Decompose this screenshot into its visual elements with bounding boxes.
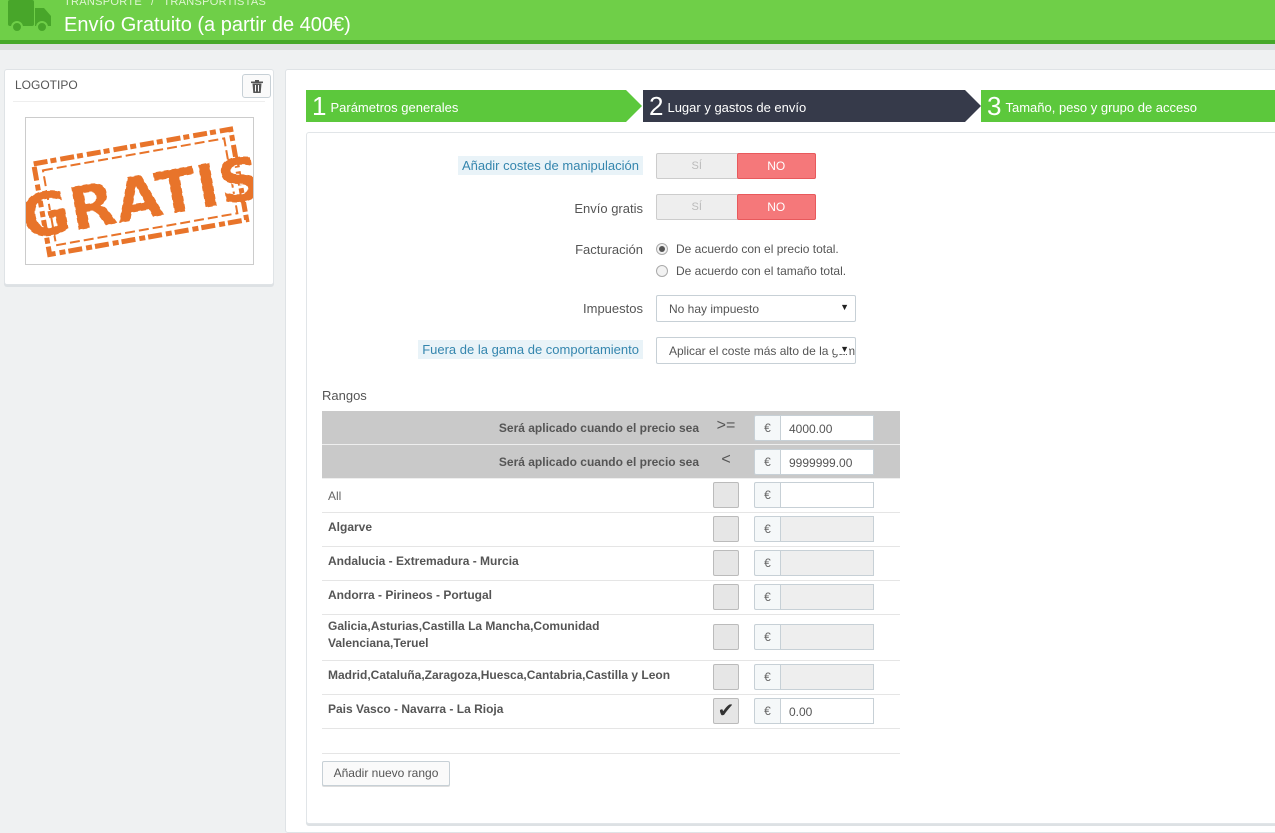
delete-logo-button[interactable]	[242, 74, 271, 98]
zone-name: Andorra - Pirineos - Portugal	[328, 588, 493, 602]
step-label: Lugar y gastos de envío	[667, 99, 807, 115]
switch-no[interactable]: NO	[736, 153, 816, 179]
range-to-label: Será aplicado cuando el precio sea	[498, 455, 699, 469]
zone-name: All	[328, 489, 342, 503]
range-to-operator: <	[721, 451, 731, 468]
zone-all-checkbox[interactable]	[713, 482, 739, 508]
zone-price-input[interactable]: 0.00	[780, 698, 874, 724]
zone-all-price-input[interactable]	[780, 482, 874, 508]
range-to-input[interactable]: 9999999.00	[780, 449, 874, 475]
ranges-table: Será aplicado cuando el precio sea >= € …	[322, 411, 900, 729]
logo-panel-title: LOGOTIPO	[15, 78, 78, 92]
caret-down-icon: ▼	[840, 302, 849, 312]
zone-price-input[interactable]	[780, 584, 874, 610]
radio-label: De acuerdo con el precio total.	[676, 242, 839, 256]
add-new-range-button[interactable]: Añadir nuevo rango	[322, 761, 450, 786]
switch-yes[interactable]: SÍ	[657, 154, 737, 178]
carrier-logo-image: GRATIS	[15, 117, 268, 265]
out-of-range-label: Fuera de la gama de comportamiento	[418, 340, 643, 359]
step-number: 1	[312, 91, 327, 121]
handling-costs-label-text: Añadir costes de manipulación	[457, 156, 643, 175]
switch-no[interactable]: NO	[736, 194, 816, 220]
range-to-row: Será aplicado cuando el precio sea < € 9…	[322, 445, 900, 479]
step-shipping-locations[interactable]: 2 Lugar y gastos de envío	[643, 90, 981, 122]
tax-select-value: No hay impuesto	[669, 302, 760, 316]
zone-price-input[interactable]	[780, 664, 874, 690]
currency-addon: €	[754, 698, 780, 724]
zone-checkbox[interactable]	[713, 624, 739, 650]
zone-checkbox[interactable]: ✔	[713, 698, 739, 724]
truck-icon	[8, 0, 51, 33]
page-header: TRANSPORTE / TRANSPORTISTAS Envío Gratuito…	[0, 0, 1275, 40]
range-from-row: Será aplicado cuando el precio sea >= € …	[322, 411, 900, 445]
step-general-parameters[interactable]: 1 Parámetros generales	[306, 90, 642, 122]
currency-addon: €	[754, 449, 780, 475]
zone-checkbox[interactable]	[713, 550, 739, 576]
trash-icon	[250, 79, 263, 93]
zone-name: Galicia,Asturias,Castilla La Mancha,Comu…	[328, 619, 600, 650]
handling-costs-label: Añadir costes de manipulación	[457, 156, 643, 175]
currency-addon: €	[754, 516, 780, 542]
zone-price-input[interactable]	[780, 550, 874, 576]
zone-row-andorra: Andorra - Pirineos - Portugal €	[322, 581, 900, 615]
step-label: Tamaño, peso y grupo de acceso	[1005, 99, 1197, 115]
currency-addon: €	[754, 482, 780, 508]
zone-price-input[interactable]	[780, 624, 874, 650]
zone-name: Madrid,Cataluña,Zaragoza,Huesca,Cantabri…	[328, 668, 671, 682]
tax-label: Impuestos	[583, 301, 643, 316]
zone-row-pais-vasco: Pais Vasco - Navarra - La Rioja ✔ € 0.00	[322, 695, 900, 729]
range-from-input[interactable]: 4000.00	[780, 415, 874, 441]
wizard-steps: 1 Parámetros generales 2 Lugar y gastos …	[306, 90, 1275, 122]
breadcrumb-item-transportistas[interactable]: TRANSPORTISTAS	[163, 0, 266, 8]
zone-row-madrid: Madrid,Cataluña,Zaragoza,Huesca,Cantabri…	[322, 661, 900, 695]
currency-addon: €	[754, 415, 780, 441]
out-of-range-label-text: Fuera de la gama de comportamiento	[418, 340, 643, 359]
free-shipping-switch[interactable]: SÍ NO	[656, 194, 816, 220]
header-shadow	[0, 44, 1275, 50]
billing-label: Facturación	[575, 242, 643, 257]
caret-down-icon: ▼	[834, 344, 849, 354]
breadcrumb-item-transporte[interactable]: TRANSPORTE	[64, 0, 142, 8]
zone-row-algarve: Algarve €	[322, 513, 900, 547]
range-from-operator: >=	[716, 417, 736, 434]
zone-row-galicia: Galicia,Asturias,Castilla La Mancha,Comu…	[322, 615, 900, 661]
logo-panel-divider	[13, 101, 265, 102]
step-number: 3	[987, 91, 1002, 121]
logo-panel: LOGOTIPO GRATIS	[4, 69, 274, 285]
zone-name: Pais Vasco - Navarra - La Rioja	[328, 702, 504, 716]
tax-select[interactable]: No hay impuesto ▼	[656, 295, 856, 322]
billing-total-price-radio[interactable]: De acuerdo con el precio total.	[656, 242, 839, 256]
ranges-footer-divider	[322, 753, 900, 754]
zone-name: Andalucia - Extremadura - Murcia	[328, 554, 519, 568]
switch-yes[interactable]: SÍ	[657, 195, 737, 219]
zone-checkbox[interactable]	[713, 664, 739, 690]
handling-costs-switch[interactable]: SÍ NO	[656, 153, 816, 179]
step-number: 2	[649, 91, 664, 121]
zone-checkbox[interactable]	[713, 516, 739, 542]
zone-name: Algarve	[328, 520, 373, 534]
currency-addon: €	[754, 664, 780, 690]
out-of-range-select-value: Aplicar el coste más alto de la gama	[669, 344, 856, 358]
radio-unselected-icon[interactable]	[656, 265, 668, 277]
currency-addon: €	[754, 550, 780, 576]
zone-row-all: All €	[322, 479, 900, 513]
billing-total-size-radio[interactable]: De acuerdo con el tamaño total.	[656, 264, 846, 278]
step-label: Parámetros generales	[330, 99, 459, 115]
breadcrumb: TRANSPORTE / TRANSPORTISTAS	[64, 0, 266, 8]
free-shipping-label: Envío gratis	[574, 201, 643, 216]
zone-checkbox[interactable]	[713, 584, 739, 610]
zone-row-andalucia: Andalucia - Extremadura - Murcia €	[322, 547, 900, 581]
breadcrumb-separator: /	[150, 0, 155, 8]
page-title: Envío Gratuito (a partir de 400€)	[64, 14, 351, 36]
step-size-weight-access[interactable]: 3 Tamaño, peso y grupo de acceso	[981, 90, 1275, 122]
range-from-label: Será aplicado cuando el precio sea	[498, 421, 699, 435]
ranges-title: Rangos	[322, 388, 367, 403]
radio-label: De acuerdo con el tamaño total.	[676, 264, 847, 278]
out-of-range-select[interactable]: Aplicar el coste más alto de la gama ▼	[656, 337, 856, 364]
radio-selected-icon[interactable]	[656, 243, 668, 255]
checkmark-icon: ✔	[717, 700, 735, 722]
currency-addon: €	[754, 624, 780, 650]
currency-addon: €	[754, 584, 780, 610]
zone-price-input[interactable]	[780, 516, 874, 542]
